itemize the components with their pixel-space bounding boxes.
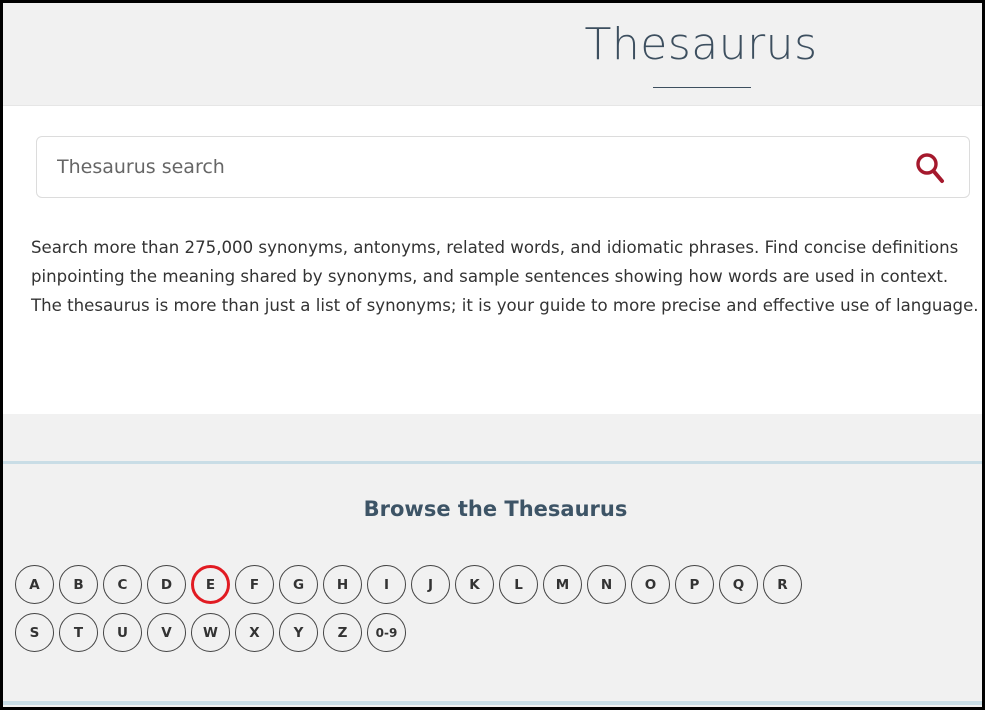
letter-link-x[interactable]: X [235, 613, 274, 652]
letter-link-j[interactable]: J [411, 565, 450, 604]
letter-link-t[interactable]: T [59, 613, 98, 652]
letter-link-q[interactable]: Q [719, 565, 758, 604]
section-divider [3, 461, 982, 464]
letter-link-a[interactable]: A [15, 565, 54, 604]
letter-link-e[interactable]: E [191, 565, 230, 604]
letter-link-m[interactable]: M [543, 565, 582, 604]
alphabet-row: S T U V W X Y Z 0-9 [15, 613, 975, 652]
browse-section: Browse the Thesaurus ABCDEFGHIJKLMNOPQR … [3, 414, 982, 707]
page-header: Thesaurus [3, 3, 982, 103]
letter-link-n[interactable]: N [587, 565, 626, 604]
alphabet-row: ABCDEFGHIJKLMNOPQR [15, 565, 975, 604]
letter-link-i[interactable]: I [367, 565, 406, 604]
search-input[interactable] [57, 147, 887, 187]
letter-link-w[interactable]: W [191, 613, 230, 652]
search-panel: Search more than 275,000 synonyms, anton… [3, 105, 982, 415]
letter-link-g[interactable]: G [279, 565, 318, 604]
thesaurus-description: Search more than 275,000 synonyms, anton… [31, 238, 979, 315]
search-box [36, 136, 970, 198]
letter-link-r[interactable]: R [763, 565, 802, 604]
letter-link-l[interactable]: L [499, 565, 538, 604]
letter-link-h[interactable]: H [323, 565, 362, 604]
title-underline [653, 87, 751, 88]
browser-viewport: Thesaurus Search more than 275,000 synon… [0, 0, 985, 710]
letter-link-c[interactable]: C [103, 565, 142, 604]
letter-link-p[interactable]: P [675, 565, 714, 604]
letter-link-y[interactable]: Y [279, 613, 318, 652]
section-divider [3, 701, 982, 705]
letter-link-b[interactable]: B [59, 565, 98, 604]
letter-link-u[interactable]: U [103, 613, 142, 652]
letter-link-s[interactable]: S [15, 613, 54, 652]
page-title: Thesaurus [584, 19, 818, 70]
letter-link-0-9[interactable]: 0-9 [367, 613, 406, 652]
letter-link-k[interactable]: K [455, 565, 494, 604]
alphabet-nav: ABCDEFGHIJKLMNOPQR S T U V W X Y Z 0-9 [15, 565, 975, 661]
search-icon[interactable] [915, 152, 945, 184]
letter-link-v[interactable]: V [147, 613, 186, 652]
letter-link-d[interactable]: D [147, 565, 186, 604]
letter-link-f[interactable]: F [235, 565, 274, 604]
letter-link-z[interactable]: Z [323, 613, 362, 652]
letter-link-o[interactable]: O [631, 565, 670, 604]
browse-heading: Browse the Thesaurus [363, 497, 628, 521]
